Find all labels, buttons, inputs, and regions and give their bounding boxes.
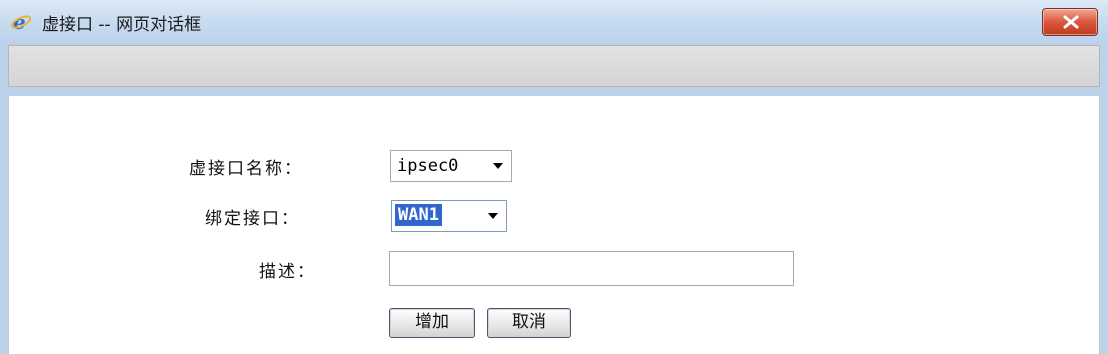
ie-icon: e bbox=[10, 10, 32, 34]
virtual-name-label: 虚接口名称： bbox=[189, 159, 303, 179]
description-input[interactable] bbox=[389, 251, 794, 286]
toolbar-strip bbox=[8, 45, 1100, 87]
chevron-down-icon bbox=[493, 163, 503, 169]
virtual-name-select[interactable]: ipsec0 bbox=[390, 150, 512, 182]
bind-interface-select[interactable]: WAN1 bbox=[391, 200, 507, 232]
chevron-down-icon bbox=[488, 213, 498, 219]
virtual-name-value: ipsec0 bbox=[397, 156, 459, 176]
dialog-window: e 虚接口 -- 网页对话框 虚接口名称： ipsec0 绑定接口： WAN1 … bbox=[0, 0, 1108, 354]
close-button[interactable] bbox=[1042, 8, 1098, 36]
dialog-content: 虚接口名称： ipsec0 绑定接口： WAN1 描述： 增加 取消 bbox=[8, 96, 1100, 354]
cancel-button[interactable]: 取消 bbox=[487, 308, 571, 338]
window-title: 虚接口 -- 网页对话框 bbox=[42, 15, 202, 35]
bind-interface-value: WAN1 bbox=[395, 204, 442, 226]
add-button[interactable]: 增加 bbox=[389, 308, 475, 338]
close-icon bbox=[1063, 15, 1079, 29]
title-bar: e 虚接口 -- 网页对话框 bbox=[0, 0, 1108, 44]
description-label: 描述： bbox=[259, 262, 316, 282]
bind-interface-label: 绑定接口： bbox=[205, 209, 300, 229]
